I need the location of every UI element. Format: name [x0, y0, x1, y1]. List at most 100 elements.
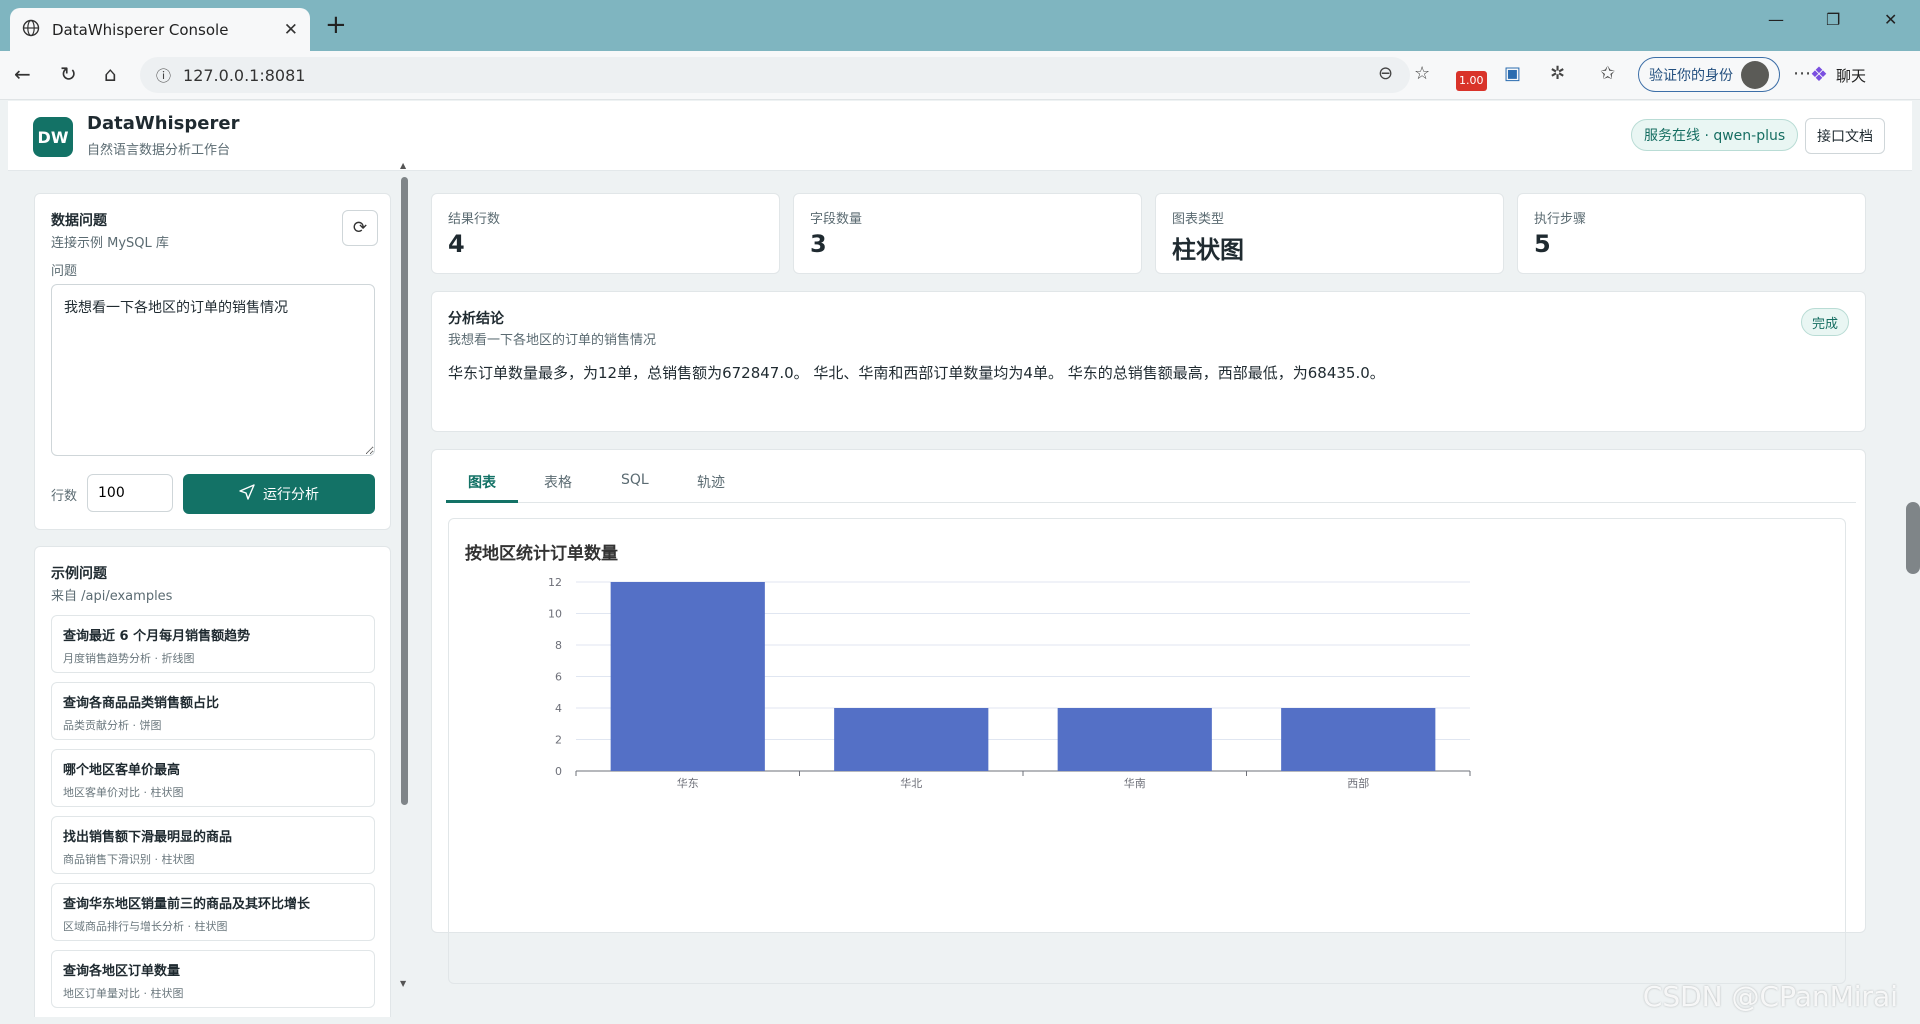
y-tick-label: 12: [548, 576, 562, 589]
y-tick-label: 0: [555, 765, 562, 778]
run-analysis-label: 运行分析: [263, 487, 319, 503]
stat-value: 5: [1534, 230, 1551, 258]
bookmark-extension-icon[interactable]: ▣: [1504, 65, 1521, 83]
tab-chart[interactable]: 图表: [468, 472, 496, 492]
example-title: 查询各地区订单数量: [63, 964, 181, 979]
example-item[interactable]: 查询华东地区销量前三的商品及其环比增长 区域商品排行与增长分析 · 柱状图: [51, 883, 375, 941]
stat-label: 结果行数: [448, 212, 501, 227]
browser-tab-strip: DataWhisperer Console ✕ + — ❐ ✕: [0, 0, 1920, 51]
example-title: 找出销售额下滑最明显的商品: [63, 830, 233, 845]
question-card-subtitle: 连接示例 MySQL 库: [51, 236, 169, 251]
stat-value: 4: [448, 230, 465, 258]
example-item[interactable]: 查询各地区订单数量 地区订单量对比 · 柱状图: [51, 950, 375, 1008]
scroll-up-icon[interactable]: ▲: [400, 161, 406, 170]
more-menu-icon[interactable]: ⋯: [1793, 65, 1811, 83]
analysis-conclusion: 华东订单数量最多，为12单，总销售额为672847.0。 华北、华南和西部订单数…: [448, 364, 1385, 382]
tab-table[interactable]: 表格: [544, 472, 572, 492]
example-desc: 月度销售趋势分析 · 折线图: [63, 652, 195, 665]
examples-title: 示例问题: [51, 566, 107, 582]
y-tick-label: 4: [555, 702, 562, 715]
question-card: 数据问题 连接示例 MySQL 库 ⟳ 问题 我想看一下各地区的订单的销售情况 …: [34, 193, 391, 530]
analysis-title: 分析结论: [448, 311, 504, 327]
y-tick-label: 10: [548, 608, 562, 621]
example-item[interactable]: 查询最近 6 个月每月销售额趋势 月度销售趋势分析 · 折线图: [51, 615, 375, 673]
url-text[interactable]: 127.0.0.1:8081: [183, 66, 305, 85]
refresh-icon: ⟳: [352, 218, 368, 238]
example-desc: 商品销售下滑识别 · 柱状图: [63, 853, 195, 866]
extension-badge[interactable]: 1.00: [1456, 71, 1487, 91]
examples-subtitle: 来自 /api/examples: [51, 589, 173, 604]
rows-label: 行数: [51, 489, 78, 504]
stat-card-steps: 执行步骤 5: [1517, 193, 1866, 274]
example-item[interactable]: 找出销售额下滑最明显的商品 商品销售下滑识别 · 柱状图: [51, 816, 375, 874]
bar: [834, 708, 989, 771]
home-icon[interactable]: ⌂: [104, 64, 117, 84]
example-desc: 区域商品排行与增长分析 · 柱状图: [63, 920, 228, 933]
results-card: 图表 表格 SQL 轨迹 按地区统计订单数量 0 2 4 6 8 10 12 华东 华北 华南 西部: [431, 449, 1866, 984]
avatar: [1741, 60, 1769, 89]
x-tick-label: 华东: [677, 776, 699, 790]
reload-icon[interactable]: ↻: [60, 64, 77, 84]
example-desc: 地区订单量对比 · 柱状图: [63, 987, 184, 1000]
close-tab-icon[interactable]: ✕: [284, 20, 298, 40]
app-header: DW DataWhisperer 自然语言数据分析工作台 服务在线 · qwen…: [8, 101, 1912, 171]
bar: [1281, 708, 1436, 771]
example-item[interactable]: 哪个地区客单价最高 地区客单价对比 · 柱状图: [51, 749, 375, 807]
example-item[interactable]: 查询各商品品类销售额占比 品类贡献分析 · 饼图: [51, 682, 375, 740]
scrollbar-thumb[interactable]: [401, 177, 408, 805]
logo: DW: [33, 117, 73, 157]
x-tick-label: 华南: [1124, 776, 1146, 790]
api-doc-button[interactable]: 接口文档: [1805, 118, 1885, 154]
analysis-subtitle: 我想看一下各地区的订单的销售情况: [448, 333, 657, 348]
example-title: 查询华东地区销量前三的商品及其环比增长: [63, 897, 311, 912]
stat-label: 执行步骤: [1534, 212, 1587, 227]
new-tab-icon[interactable]: +: [325, 12, 347, 38]
browser-tab[interactable]: DataWhisperer Console ✕: [10, 8, 310, 51]
example-title: 哪个地区客单价最高: [63, 763, 181, 778]
page-edge-scrollbar[interactable]: [1906, 502, 1920, 574]
favorites-icon[interactable]: ✩: [1600, 65, 1615, 83]
copilot-icon[interactable]: ❖: [1810, 64, 1828, 84]
zoom-out-icon[interactable]: ⊖: [1378, 65, 1393, 83]
example-desc: 品类贡献分析 · 饼图: [63, 719, 162, 732]
chat-button[interactable]: 聊天: [1836, 65, 1866, 86]
stat-card-chart-type: 图表类型 柱状图: [1155, 193, 1504, 274]
scroll-down-icon[interactable]: ▼: [400, 979, 406, 988]
address-bar[interactable]: ⓘ 127.0.0.1:8081: [140, 57, 1410, 93]
bar: [1057, 708, 1212, 771]
minimize-icon[interactable]: —: [1768, 10, 1784, 29]
verify-identity-button[interactable]: 验证你的身份: [1638, 57, 1780, 92]
close-window-icon[interactable]: ✕: [1884, 10, 1897, 29]
tab-trace[interactable]: 轨迹: [697, 472, 725, 492]
stat-card-rows: 结果行数 4: [431, 193, 780, 274]
rows-input[interactable]: [87, 474, 173, 512]
tab-sql[interactable]: SQL: [621, 472, 649, 488]
address-toolbar: ← ↻ ⌂ ⓘ 127.0.0.1:8081 ⊖ ☆ 1.00 ▣ ✲ ✩ 验证…: [0, 51, 1920, 100]
info-icon[interactable]: ⓘ: [156, 65, 171, 86]
result-tabs: 图表 表格 SQL 轨迹: [446, 450, 1856, 503]
send-icon: [239, 484, 255, 504]
status-badge: 服务在线 · qwen-plus: [1631, 119, 1799, 151]
brand-name: DataWhisperer: [87, 113, 240, 134]
watermark: CSDN @CPanMirai: [1642, 980, 1898, 1013]
question-input[interactable]: 我想看一下各地区的订单的销售情况: [51, 284, 375, 456]
sidebar-scrollbar[interactable]: ▲ ▼: [399, 161, 409, 1017]
tab-title: DataWhisperer Console: [52, 20, 229, 39]
x-tick-label: 西部: [1347, 776, 1369, 790]
globe-icon: [22, 19, 40, 41]
stat-label: 图表类型: [1172, 212, 1225, 227]
example-desc: 地区客单价对比 · 柱状图: [63, 786, 184, 799]
favorite-star-icon[interactable]: ☆: [1414, 65, 1430, 83]
chart-card: 按地区统计订单数量 0 2 4 6 8 10 12 华东 华北 华南 西部: [448, 518, 1846, 984]
status-badge: 完成: [1800, 308, 1849, 336]
brand-subtitle: 自然语言数据分析工作台: [87, 143, 231, 158]
bar: [610, 582, 765, 771]
restore-icon[interactable]: ❐: [1826, 10, 1840, 29]
active-tab-indicator: [446, 500, 518, 503]
x-tick-label: 华北: [900, 776, 922, 790]
back-icon[interactable]: ←: [14, 64, 31, 84]
extensions-icon[interactable]: ✲: [1550, 65, 1565, 83]
refresh-button[interactable]: ⟳: [342, 210, 378, 246]
run-analysis-button[interactable]: 运行分析: [183, 474, 375, 514]
y-tick-label: 2: [555, 734, 562, 747]
